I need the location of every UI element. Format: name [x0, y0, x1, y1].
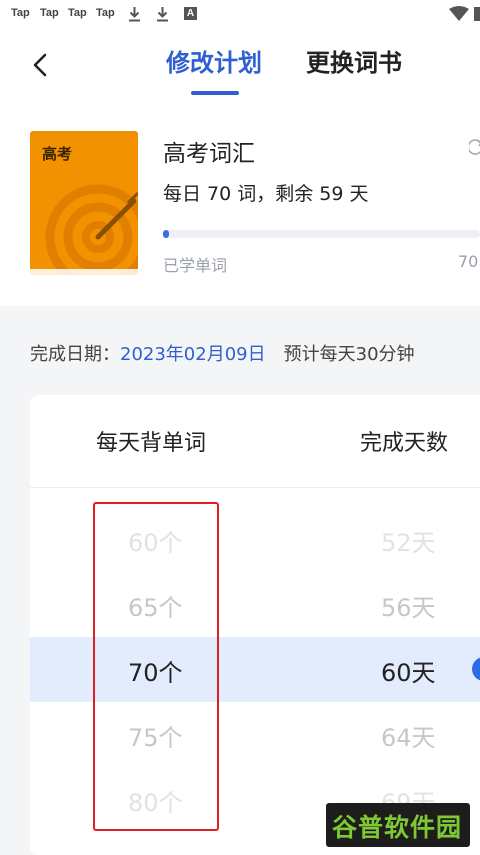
days-option[interactable]: 64天 [381, 718, 436, 753]
book-info-card: 高考 高考词汇 每日 70 词，剩余 59 天 已学单词 70 [0, 106, 480, 306]
days-option[interactable]: 56天 [381, 588, 436, 623]
chevron-left-icon[interactable] [26, 50, 56, 80]
status-bar: Tap Tap Tap Tap A [0, 0, 480, 30]
download-icon [157, 7, 168, 22]
completion-date-label: 完成日期： [30, 344, 120, 365]
active-tab-indicator [191, 91, 239, 95]
battery-icon [474, 7, 480, 21]
tap-label: Tap [11, 7, 30, 19]
days-to-complete-header: 完成天数 [360, 431, 449, 456]
learning-progress-bar [163, 230, 480, 238]
watermark-text: 谷普软件园 [332, 813, 463, 842]
tap-label: Tap [68, 7, 87, 19]
book-cover-label: 高考 [42, 145, 73, 163]
learned-words-label: 已学单词 [163, 256, 228, 275]
completion-date: 2023年02月09日 [120, 344, 266, 365]
learned-words-count: 70 [458, 252, 479, 271]
tap-label: Tap [96, 7, 115, 19]
days-option[interactable]: 52天 [381, 523, 436, 558]
book-cover-strip [30, 269, 138, 275]
download-icon [129, 7, 140, 22]
watermark-logo: 谷普软件园 [326, 803, 470, 847]
a-icon: A [184, 7, 197, 20]
header: 修改计划 更换词书 [0, 30, 480, 106]
divider [30, 487, 480, 488]
book-cover[interactable]: 高考 [30, 131, 138, 275]
highlight-annotation-box [93, 502, 219, 831]
completion-info: 完成日期：2023年02月09日 预计每天30分钟 [30, 340, 415, 366]
refresh-icon[interactable] [469, 139, 480, 155]
learning-progress-fill [163, 230, 170, 238]
tap-label: Tap [40, 7, 59, 19]
words-per-day-header: 每天背单词 [96, 431, 207, 456]
time-estimate: 预计每天30分钟 [283, 344, 415, 365]
tab-modify-plan[interactable]: 修改计划 [166, 48, 262, 78]
tab-change-book[interactable]: 更换词书 [306, 48, 402, 78]
days-option-selected[interactable]: 60天 [381, 653, 436, 688]
wifi-icon [449, 6, 469, 21]
book-plan-summary: 每日 70 词，剩余 59 天 [163, 183, 369, 205]
book-title: 高考词汇 [163, 141, 255, 167]
